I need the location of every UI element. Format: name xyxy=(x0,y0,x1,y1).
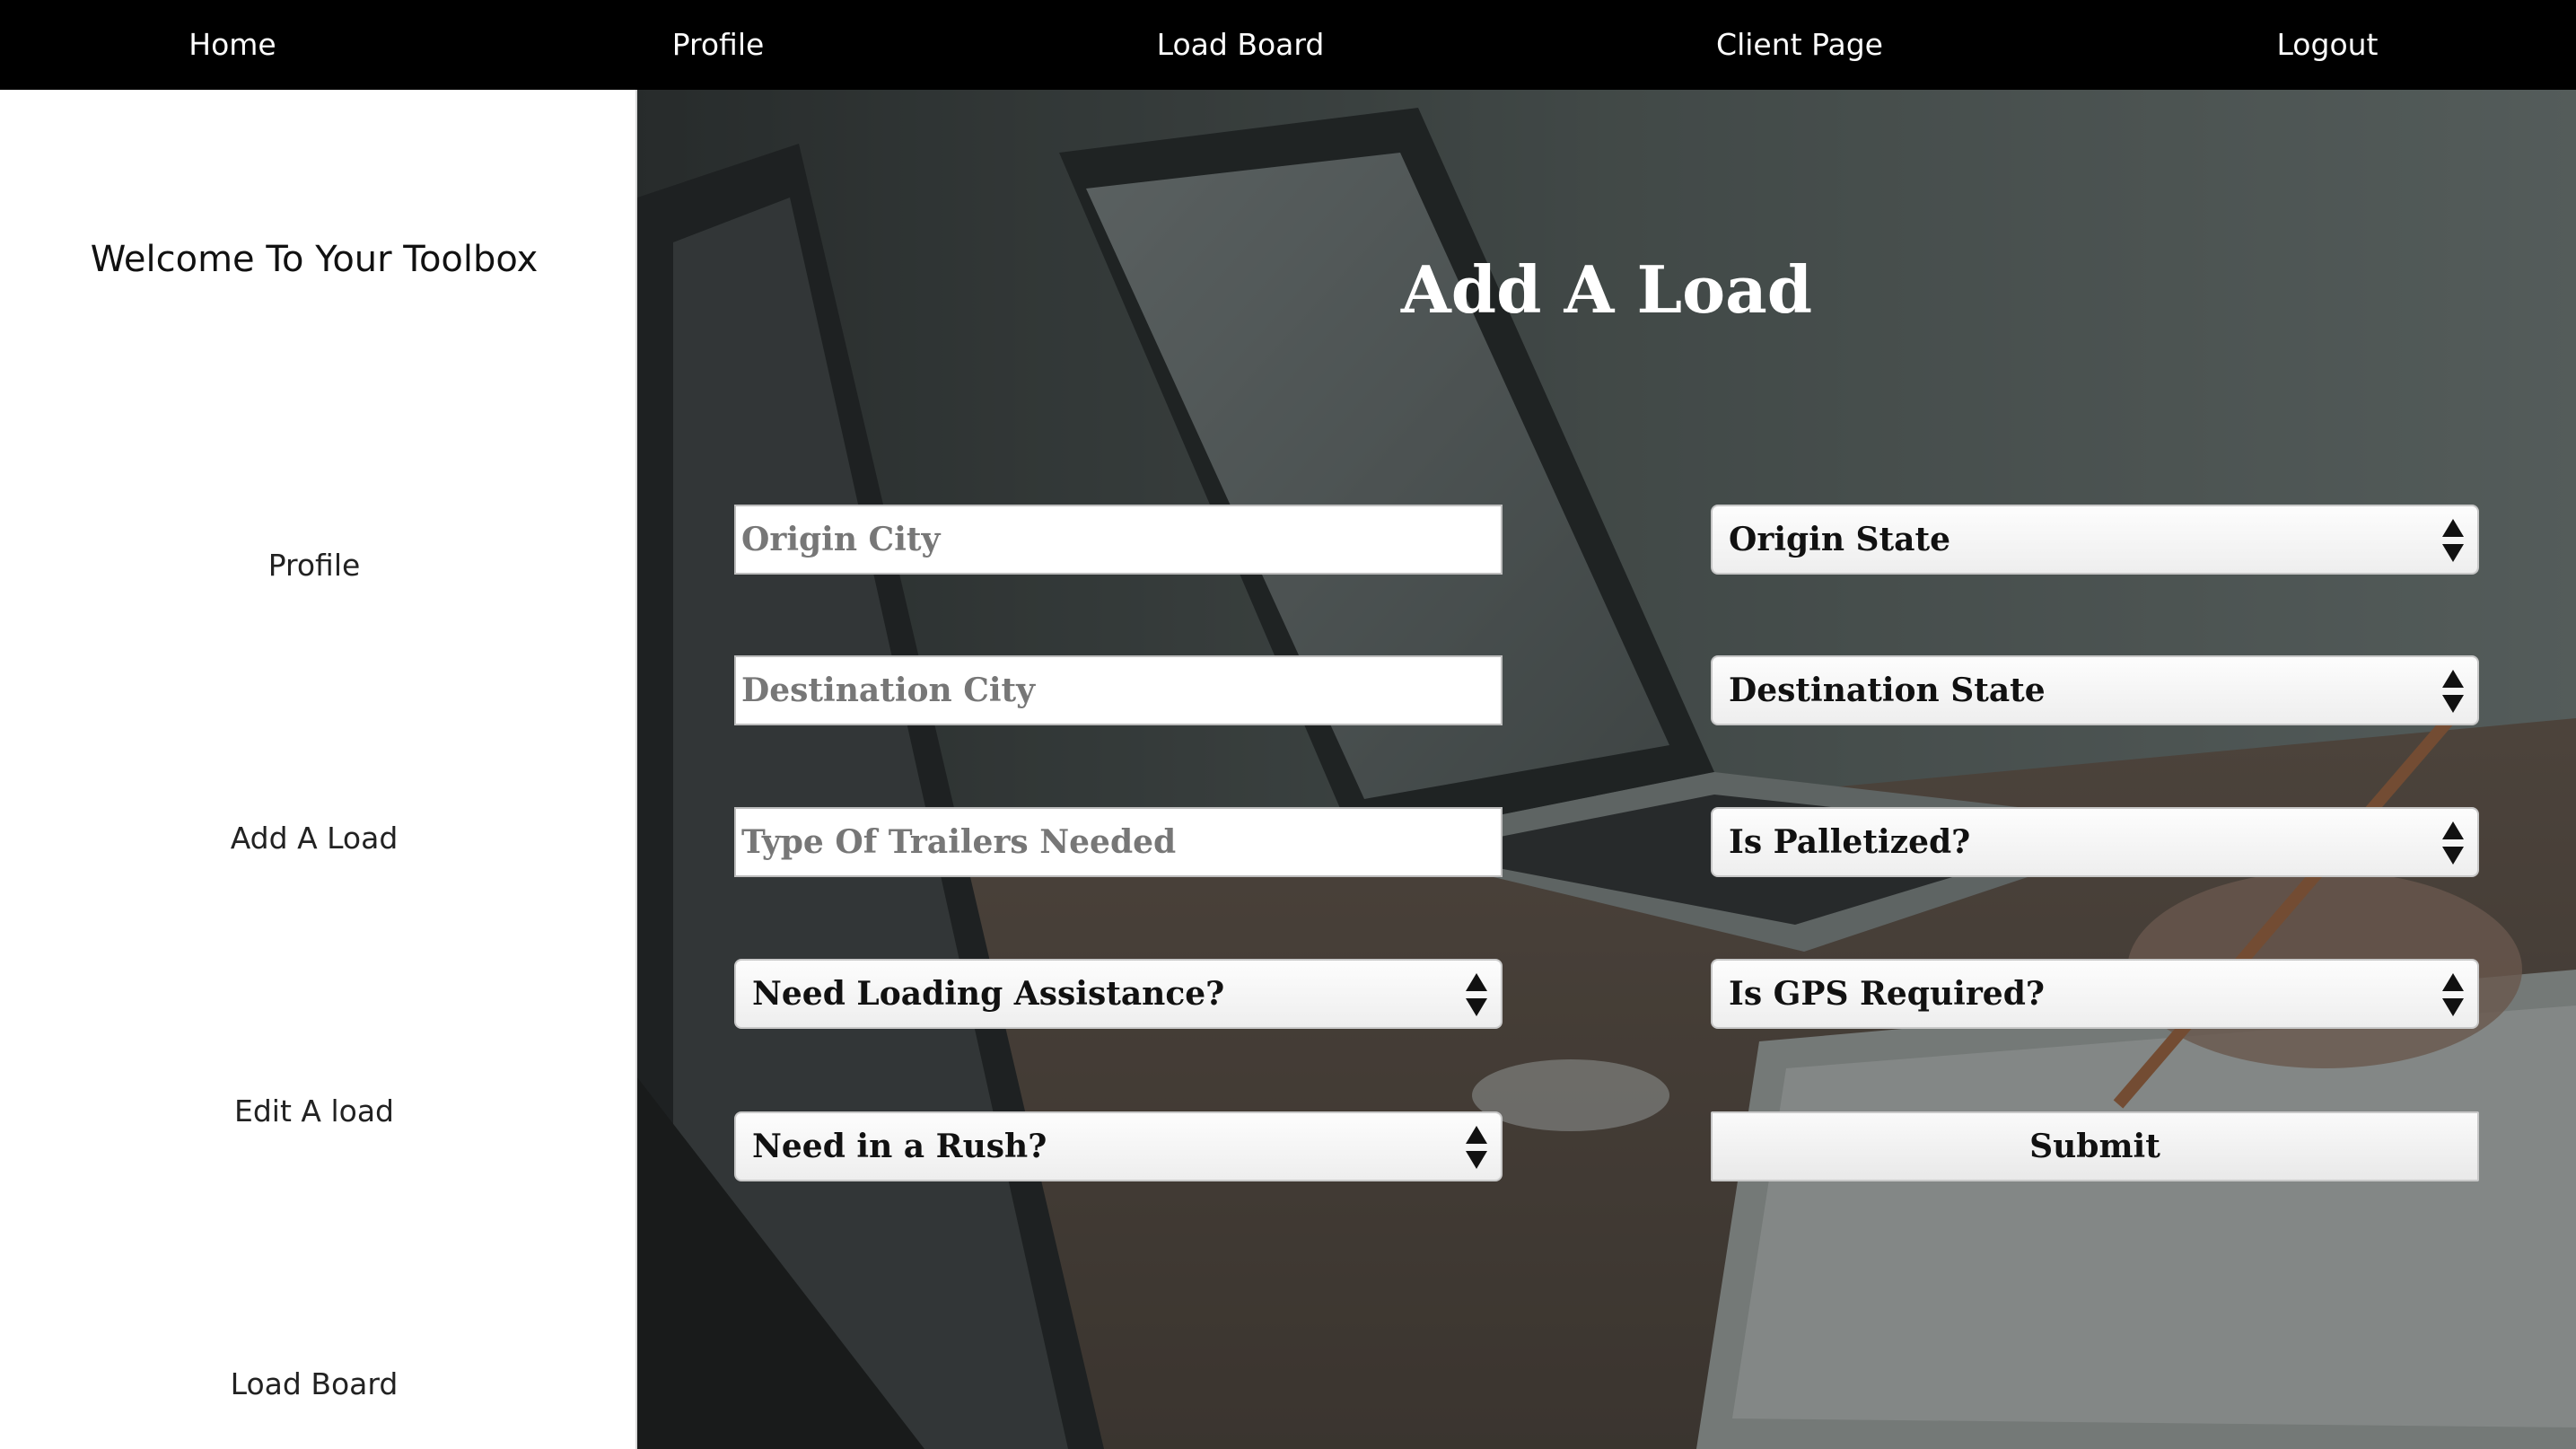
loading-assistance-selected: Need Loading Assistance? xyxy=(752,975,1225,1013)
nav-logout-link[interactable]: Logout xyxy=(2277,0,2379,90)
sidebar-item-edit-a-load[interactable]: Edit A load xyxy=(0,1093,628,1128)
destination-state-selected: Destination State xyxy=(1729,672,2046,709)
loading-assistance-select[interactable]: Need Loading Assistance? xyxy=(734,959,1503,1029)
rush-selected: Need in a Rush? xyxy=(752,1128,1047,1165)
nav-home-link[interactable]: Home xyxy=(188,0,276,90)
nav-profile-link[interactable]: Profile xyxy=(672,0,765,90)
nav-client-page-link[interactable]: Client Page xyxy=(1716,0,1883,90)
origin-city-input[interactable] xyxy=(736,506,1501,573)
select-arrows-icon xyxy=(2442,821,2464,865)
sidebar-item-load-board[interactable]: Load Board xyxy=(0,1366,628,1401)
select-arrows-icon xyxy=(1466,973,1487,1016)
submit-button[interactable]: Submit xyxy=(1711,1111,2479,1181)
select-arrows-icon xyxy=(1466,1126,1487,1169)
sidebar: Welcome To Your Toolbox Profile Add A Lo… xyxy=(0,90,637,1449)
palletized-select[interactable]: Is Palletized? xyxy=(1711,807,2479,877)
top-nav: Home Profile Load Board Client Page Logo… xyxy=(0,0,2576,90)
page-title: Add A Load xyxy=(1400,251,1813,328)
origin-state-selected: Origin State xyxy=(1729,521,1951,558)
select-arrows-icon xyxy=(2442,973,2464,1016)
gps-required-select[interactable]: Is GPS Required? xyxy=(1711,959,2479,1029)
rush-select[interactable]: Need in a Rush? xyxy=(734,1111,1503,1181)
sidebar-item-add-a-load[interactable]: Add A Load xyxy=(0,821,628,856)
select-arrows-icon xyxy=(2442,670,2464,713)
palletized-selected: Is Palletized? xyxy=(1729,823,1971,861)
destination-city-input[interactable] xyxy=(736,657,1501,724)
origin-city-field xyxy=(734,505,1503,575)
trailer-type-input[interactable] xyxy=(736,809,1501,875)
origin-state-select[interactable]: Origin State xyxy=(1711,505,2479,575)
main-content: Add A Load Need Loading Assistance? Need… xyxy=(637,90,2576,1449)
select-arrows-icon xyxy=(2442,519,2464,562)
gps-required-selected: Is GPS Required? xyxy=(1729,975,2045,1013)
sidebar-welcome-heading: Welcome To Your Toolbox xyxy=(90,239,539,280)
destination-city-field xyxy=(734,655,1503,725)
sidebar-item-profile[interactable]: Profile xyxy=(0,548,628,583)
nav-load-board-link[interactable]: Load Board xyxy=(1157,0,1325,90)
destination-state-select[interactable]: Destination State xyxy=(1711,655,2479,725)
trailer-type-field xyxy=(734,807,1503,877)
